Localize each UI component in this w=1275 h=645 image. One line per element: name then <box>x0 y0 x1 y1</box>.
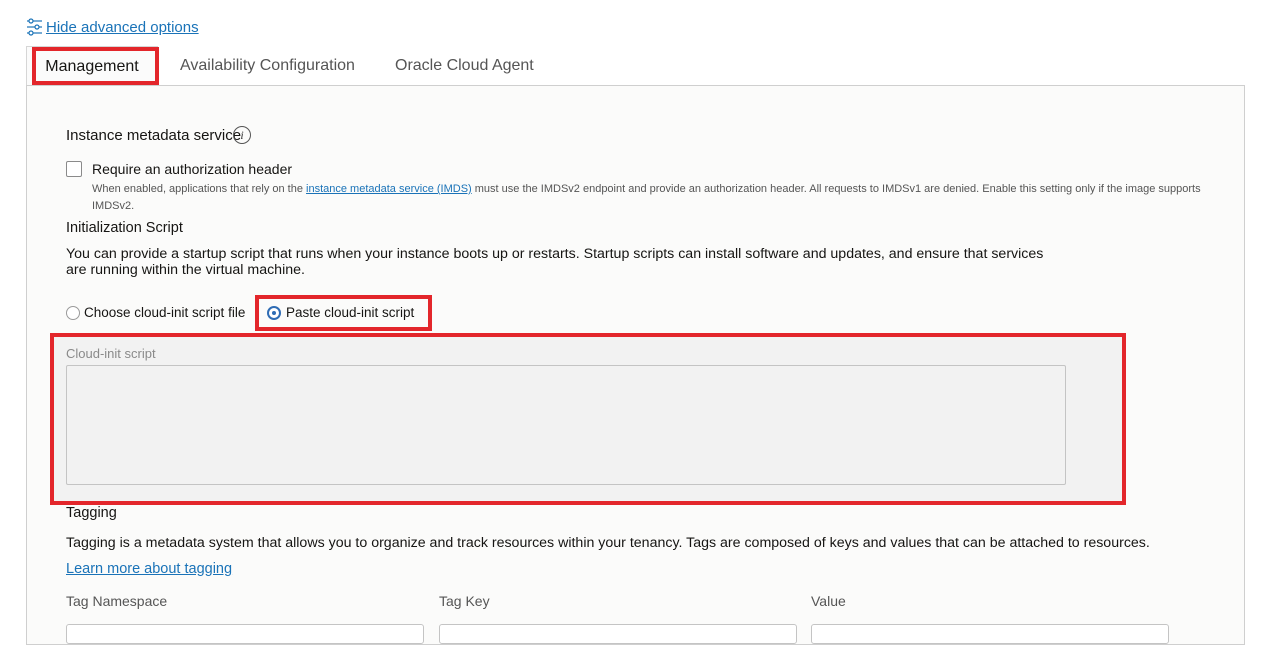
tag-key-input[interactable] <box>439 624 797 644</box>
info-icon[interactable]: i <box>233 126 251 144</box>
hide-advanced-options-label: Hide advanced options <box>46 18 199 36</box>
imds-help-prefix: When enabled, applications that rely on … <box>92 183 307 195</box>
tagging-heading: Tagging <box>66 505 117 521</box>
tag-value-input[interactable] <box>811 624 1169 644</box>
instance-metadata-service-label: Instance metadata service <box>66 127 242 144</box>
imds-help-text: When enabled, applications that rely on … <box>92 181 1212 215</box>
tab-management[interactable]: Management <box>26 46 158 86</box>
tag-key-label: Tag Key <box>439 593 490 609</box>
tag-value-label: Value <box>811 593 846 609</box>
require-authorization-header-label[interactable]: Require an authorization header <box>92 161 292 177</box>
choose-script-file-radio[interactable] <box>66 306 80 320</box>
learn-more-tagging-link[interactable]: Learn more about tagging <box>66 561 232 577</box>
tab-availability-configuration[interactable]: Availability Configuration <box>180 46 355 86</box>
tagging-description: Tagging is a metadata system that allows… <box>66 535 1150 551</box>
hide-advanced-options-link[interactable]: Hide advanced options <box>26 17 199 37</box>
paste-script-label[interactable]: Paste cloud-init script <box>286 305 414 320</box>
tag-namespace-select[interactable] <box>66 624 424 644</box>
imds-link[interactable]: instance metadata service (IMDS) <box>306 183 472 195</box>
cloud-init-script-label: Cloud-init script <box>66 346 156 361</box>
paste-script-radio[interactable] <box>267 306 281 320</box>
tag-namespace-label: Tag Namespace <box>66 593 168 609</box>
tab-oracle-cloud-agent[interactable]: Oracle Cloud Agent <box>395 46 534 86</box>
choose-script-file-label[interactable]: Choose cloud-init script file <box>84 305 245 320</box>
initialization-script-heading: Initialization Script <box>66 220 183 236</box>
cloud-init-script-textarea[interactable] <box>66 365 1066 485</box>
initialization-script-description: You can provide a startup script that ru… <box>66 246 1044 278</box>
require-authorization-header-checkbox[interactable] <box>66 161 82 177</box>
sliders-icon <box>26 18 43 36</box>
